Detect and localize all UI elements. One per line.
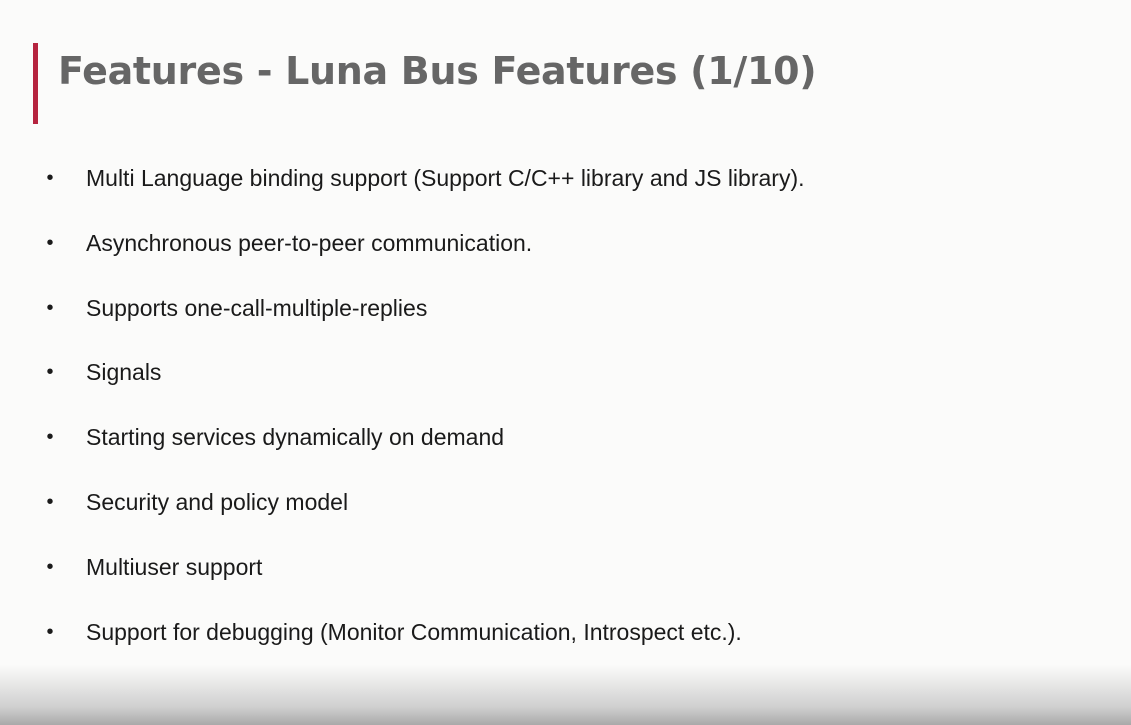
list-item-text: Asynchronous peer-to-peer communication.	[86, 229, 533, 256]
list-item: • Starting services dynamically on deman…	[0, 419, 1131, 484]
list-item-text: Multiuser support	[86, 553, 263, 580]
bullet-icon: •	[46, 620, 54, 643]
list-item-text: Starting services dynamically on demand	[86, 424, 505, 451]
bullet-icon: •	[46, 231, 54, 254]
bullet-icon: •	[46, 490, 54, 513]
list-item-text: Signals	[86, 359, 162, 386]
list-item: • Multi Language binding support (Suppor…	[0, 160, 1131, 225]
feature-list: • Multi Language binding support (Suppor…	[0, 160, 1131, 678]
title-accent-bar	[33, 43, 38, 124]
bottom-shadow-overlay	[0, 665, 1131, 725]
bullet-icon: •	[46, 296, 54, 319]
list-item: • Signals	[0, 354, 1131, 419]
bullet-icon: •	[46, 426, 54, 449]
bullet-icon: •	[46, 167, 54, 189]
slide-title: Features - Luna Bus Features (1/10)	[58, 49, 817, 93]
bullet-icon: •	[46, 555, 54, 578]
list-item-text: Supports one-call-multiple-replies	[86, 294, 428, 321]
list-item: • Security and policy model	[0, 484, 1131, 549]
list-item-text: Support for debugging (Monitor Communica…	[86, 618, 742, 645]
presentation-slide: Features - Luna Bus Features (1/10) • Mu…	[0, 0, 1131, 725]
list-item-text: Multi Language binding support (Support …	[86, 165, 805, 191]
list-item: • Supports one-call-multiple-replies	[0, 290, 1131, 355]
list-item: • Multiuser support	[0, 549, 1131, 614]
list-item-text: Security and policy model	[86, 488, 349, 515]
bullet-icon: •	[46, 361, 54, 384]
list-item: • Asynchronous peer-to-peer communicatio…	[0, 225, 1131, 290]
